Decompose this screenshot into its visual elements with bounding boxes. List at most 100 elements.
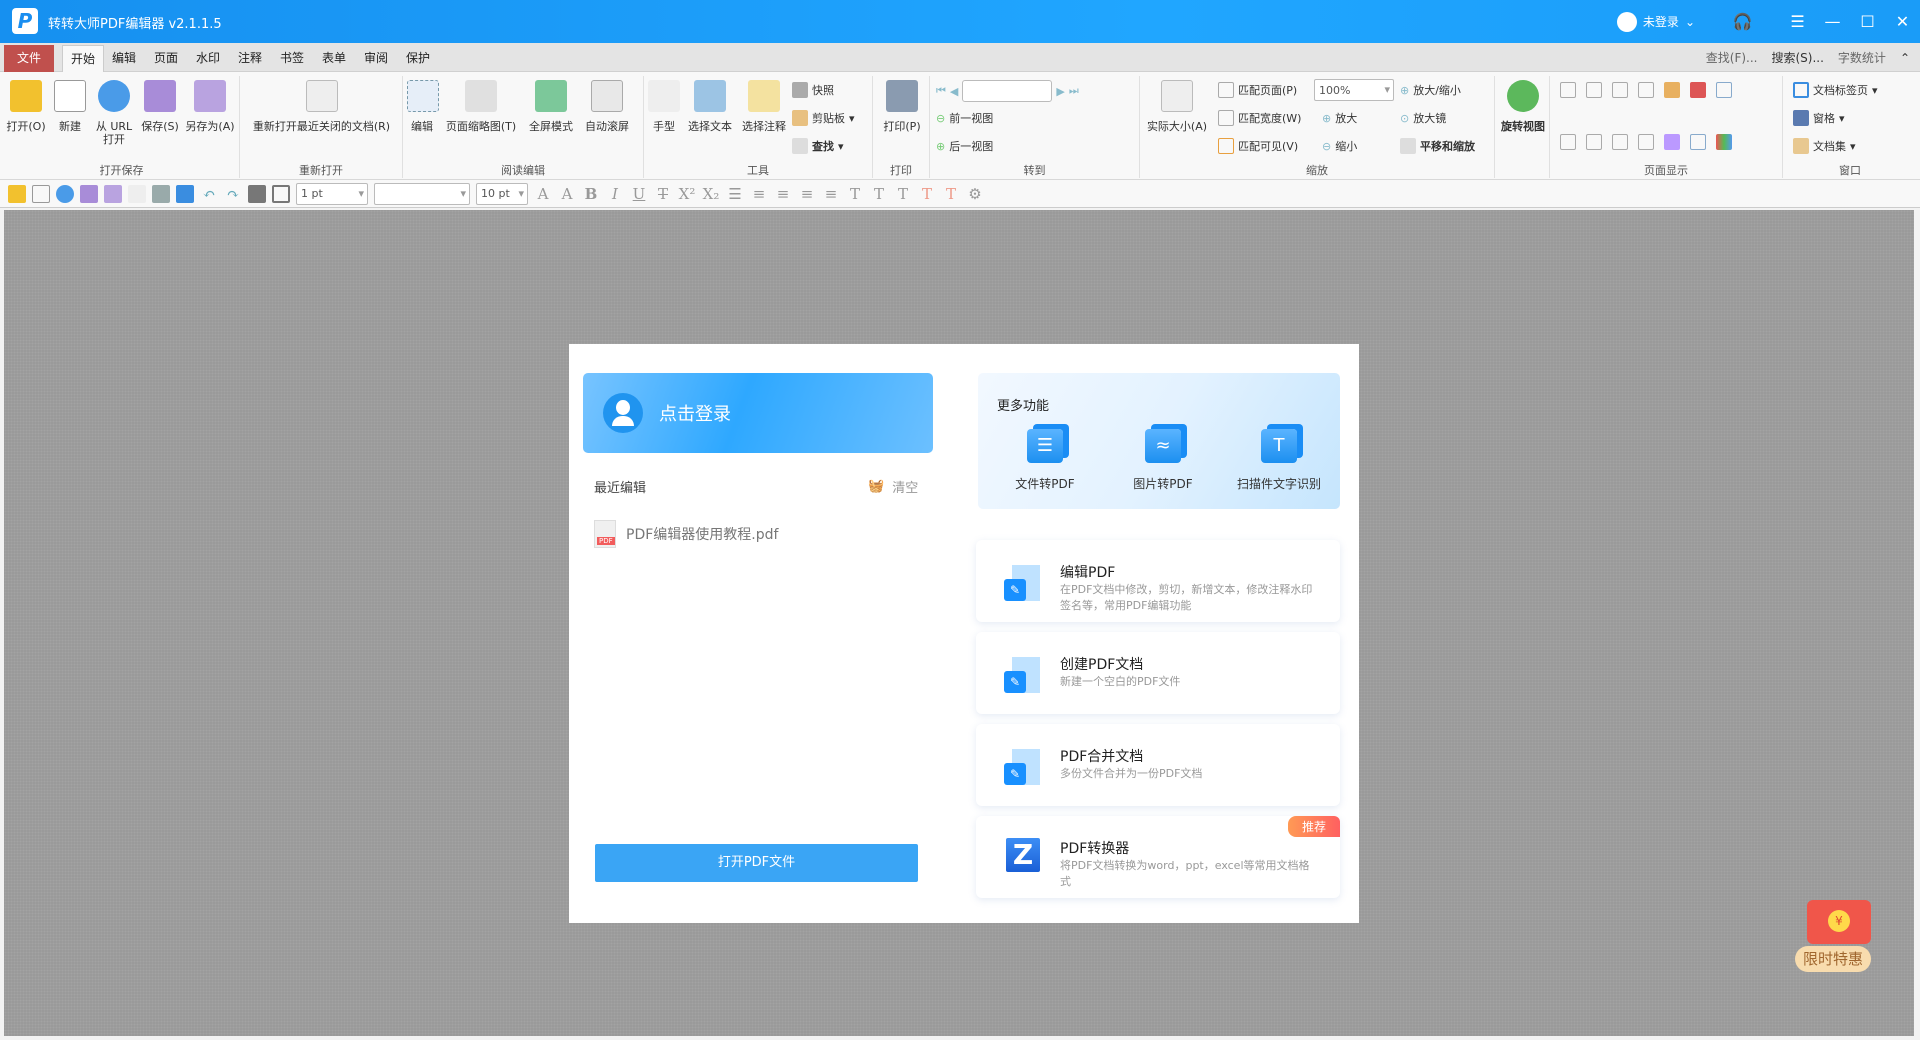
align-center-icon[interactable]: ≡: [774, 185, 792, 203]
split-icon[interactable]: [1586, 134, 1602, 150]
superscript-icon[interactable]: X²: [678, 185, 696, 203]
ruler-icon[interactable]: [1664, 82, 1680, 98]
fit-visible-button[interactable]: 匹配可见(V): [1218, 138, 1298, 154]
recent-file-item[interactable]: PDF PDF编辑器使用教程.pdf: [594, 520, 778, 548]
save-as-button[interactable]: 另存为(A): [182, 80, 238, 133]
grid-icon[interactable]: [1716, 82, 1732, 98]
zoom-in-out-button[interactable]: ⊕ 放大/缩小: [1400, 82, 1461, 98]
tab-page[interactable]: 页面: [146, 45, 186, 72]
subscript-icon[interactable]: X₂: [702, 185, 720, 203]
page-order-icon[interactable]: [1612, 134, 1628, 150]
menu-button[interactable]: ☰: [1780, 12, 1815, 31]
login-button[interactable]: 点击登录: [583, 373, 933, 453]
text-tool-icon[interactable]: T: [846, 185, 864, 203]
create-pdf-card[interactable]: ✎ 创建PDF文档 新建一个空白的PDF文件: [976, 632, 1340, 714]
select-annotation-button[interactable]: 选择注释: [738, 80, 790, 133]
next-page-icon[interactable]: ▶: [1056, 85, 1064, 98]
tab-form[interactable]: 表单: [314, 45, 354, 72]
pdf-converter-card[interactable]: Z 推荐 PDF转换器 将PDF文档转换为word，ppt，excel等常用文档格式: [976, 816, 1340, 898]
fit-page-button[interactable]: 匹配页面(P): [1218, 82, 1297, 98]
file-to-pdf-button[interactable]: ☰ 文件转PDF: [990, 429, 1100, 492]
last-page-icon[interactable]: ⏭: [1069, 84, 1079, 98]
text-field-icon[interactable]: T: [870, 185, 888, 203]
save-icon[interactable]: [80, 184, 98, 203]
open-pdf-button[interactable]: 打开PDF文件: [595, 844, 918, 882]
document-set-button[interactable]: 文档集 ▾: [1793, 138, 1856, 154]
xy-icon[interactable]: [1690, 134, 1706, 150]
decrease-font-icon[interactable]: A: [558, 185, 576, 203]
find-tool-button[interactable]: 查找 ▾: [792, 138, 844, 154]
bold-icon[interactable]: B: [582, 185, 600, 203]
underline-icon[interactable]: U: [630, 185, 648, 203]
user-menu[interactable]: 未登录 ⌄: [1616, 11, 1695, 32]
panes-button[interactable]: 窗格 ▾: [1793, 110, 1845, 126]
zoom-out-button[interactable]: ⊖ 缩小: [1322, 138, 1357, 154]
tab-file[interactable]: 文件: [4, 45, 54, 72]
open-icon[interactable]: [8, 184, 26, 203]
font-size-select[interactable]: 10 pt: [476, 182, 528, 205]
tab-watermark[interactable]: 水印: [188, 45, 228, 72]
fill-color-icon[interactable]: [248, 184, 266, 203]
continuous-facing-icon[interactable]: [1638, 82, 1654, 98]
open-url-button[interactable]: 从 URL 打开: [92, 80, 136, 146]
tab-protect[interactable]: 保护: [398, 45, 438, 72]
reopen-icon[interactable]: [128, 184, 146, 203]
stamp-icon[interactable]: [176, 184, 194, 203]
find-button[interactable]: 查找(F)...: [1706, 49, 1758, 66]
redo-icon[interactable]: ↷: [224, 185, 242, 203]
tab-bookmark[interactable]: 书签: [272, 45, 312, 72]
page-layout-icon[interactable]: [1638, 134, 1654, 150]
headset-icon[interactable]: 🎧: [1725, 12, 1760, 31]
first-page-icon[interactable]: ⏮: [936, 84, 946, 98]
font-select[interactable]: [374, 182, 470, 205]
previous-view-button[interactable]: ⊖ 前一视图: [936, 110, 993, 126]
word-count-button[interactable]: 字数统计: [1838, 49, 1886, 66]
hand-tool-button[interactable]: 手型: [648, 80, 680, 133]
tab-review[interactable]: 审阅: [356, 45, 396, 72]
line-width-select[interactable]: 1 pt: [296, 182, 368, 205]
new-icon[interactable]: [32, 184, 50, 203]
tab-annotate[interactable]: 注释: [230, 45, 270, 72]
crosshair-icon[interactable]: [1664, 134, 1680, 150]
edit-pdf-card[interactable]: ✎ 编辑PDF 在PDF文档中修改，剪切，新增文本，修改注释水印签名等，常用PDF编…: [976, 540, 1340, 622]
reopen-button[interactable]: 重新打开最近关闭的文档(R): [244, 80, 399, 133]
color-icon[interactable]: [1716, 134, 1732, 150]
maximize-button[interactable]: ☐: [1850, 12, 1885, 31]
strikethrough-icon[interactable]: T: [654, 185, 672, 203]
undo-icon[interactable]: ↶: [200, 185, 218, 203]
open-button[interactable]: 打开(O): [6, 80, 46, 133]
tab-home[interactable]: 开始: [62, 45, 105, 72]
text-copy-icon[interactable]: T: [918, 185, 936, 203]
search-button[interactable]: 搜索(S)...: [1771, 49, 1823, 66]
snapshot-button[interactable]: 快照: [792, 82, 834, 98]
text-approve-icon[interactable]: T: [942, 185, 960, 203]
continuous-icon[interactable]: [1586, 82, 1602, 98]
magnifier-button[interactable]: ⊙ 放大镜: [1400, 110, 1446, 126]
auto-scroll-button[interactable]: 自动滚屏: [581, 80, 633, 133]
single-page-icon[interactable]: [1560, 82, 1576, 98]
collapse-ribbon-icon[interactable]: ⌃: [1900, 51, 1910, 65]
ocr-button[interactable]: T 扫描件文字识别: [1224, 429, 1334, 492]
page-number-input[interactable]: [962, 80, 1053, 102]
clear-recent-button[interactable]: 🧺 清空: [868, 477, 918, 496]
italic-icon[interactable]: I: [606, 185, 624, 203]
fullscreen-button[interactable]: 全屏模式: [525, 80, 577, 133]
facing-icon[interactable]: [1612, 82, 1628, 98]
print-button[interactable]: 打印(P): [879, 80, 925, 133]
zoom-in-button[interactable]: ⊕ 放大: [1322, 110, 1357, 126]
close-button[interactable]: ✕: [1885, 12, 1920, 31]
save-as-icon[interactable]: [104, 184, 122, 203]
text-check-icon[interactable]: T: [894, 185, 912, 203]
save-button[interactable]: 保存(S): [138, 80, 182, 133]
promo-red-packet[interactable]: ¥ 限时特惠: [1795, 900, 1885, 980]
minimize-button[interactable]: —: [1815, 12, 1850, 31]
thumbnails-button[interactable]: 页面缩略图(T): [443, 80, 519, 133]
fit-width-button[interactable]: 匹配宽度(W): [1218, 110, 1301, 126]
print-icon[interactable]: [152, 184, 170, 203]
align-left-icon[interactable]: ≡: [750, 185, 768, 203]
tab-edit[interactable]: 编辑: [104, 45, 144, 72]
actual-size-button[interactable]: 实际大小(A): [1144, 80, 1210, 133]
document-tabs-button[interactable]: 文档标签页 ▾: [1793, 82, 1878, 98]
image-to-pdf-button[interactable]: ≈ 图片转PDF: [1108, 429, 1218, 492]
pan-zoom-button[interactable]: 平移和缩放: [1400, 138, 1475, 154]
